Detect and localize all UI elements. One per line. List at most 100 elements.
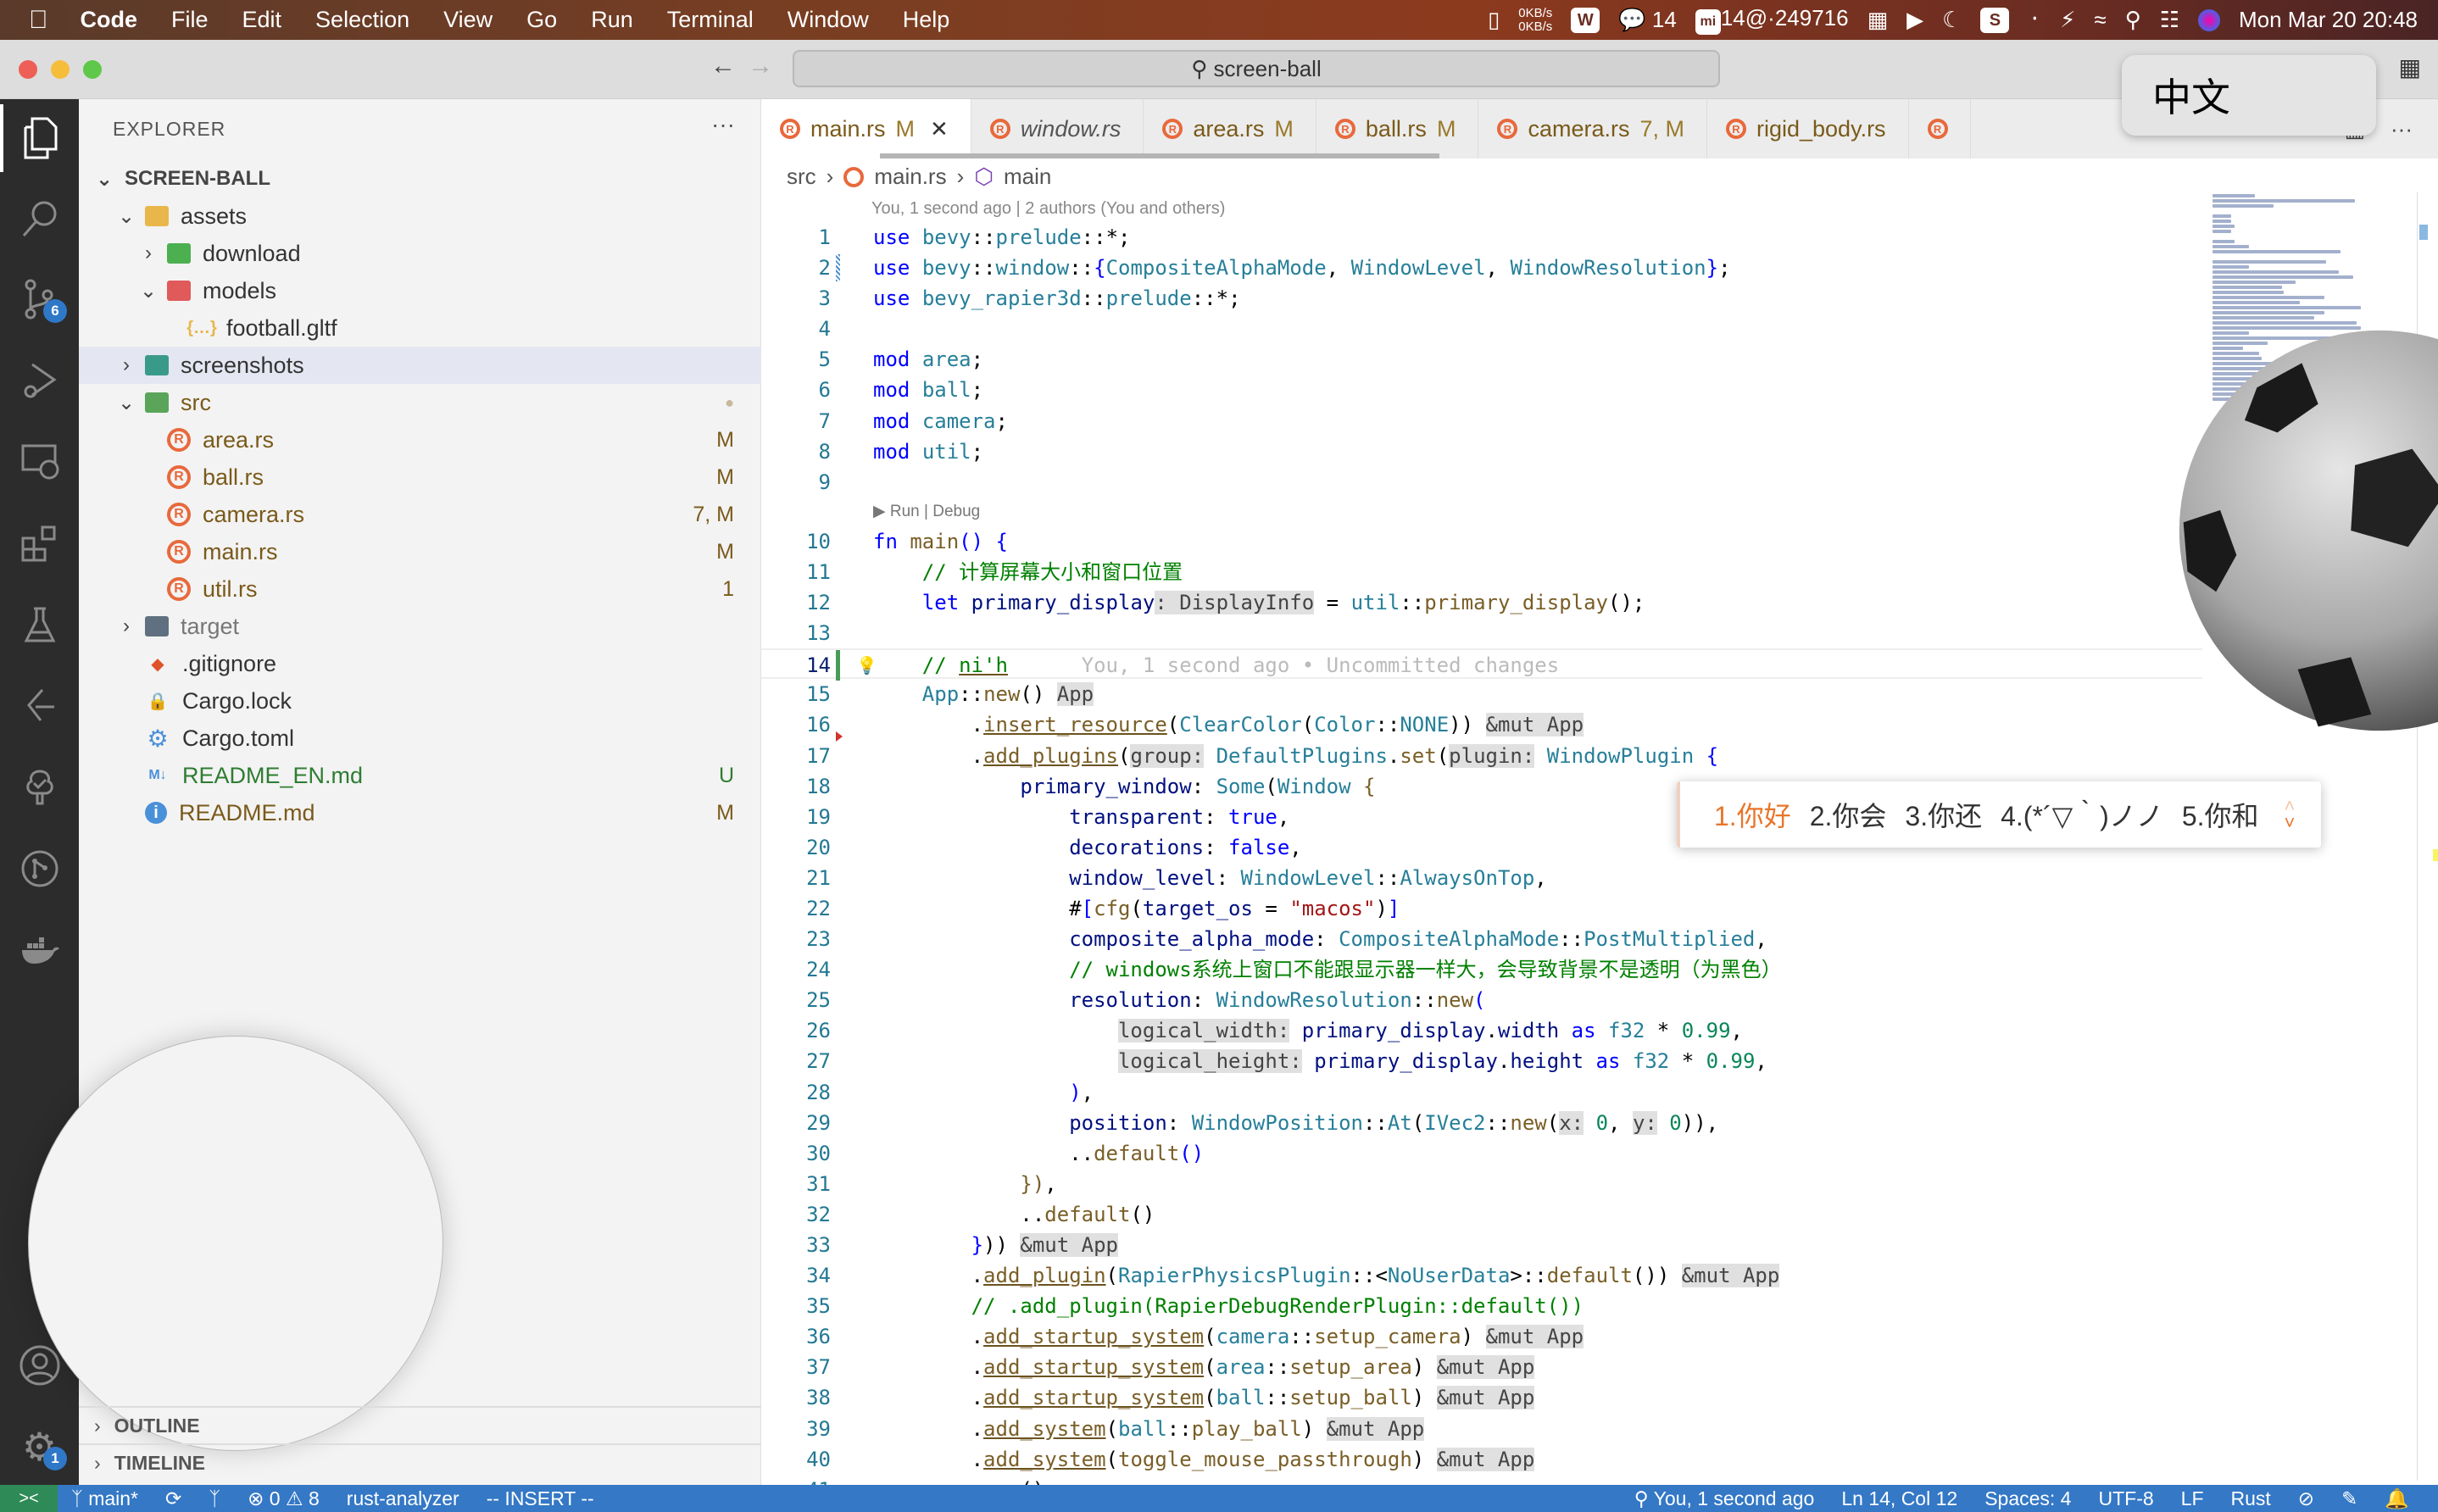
code-line[interactable]: 39 .add_system(ball::play_ball) &mut App [761,1414,2202,1444]
cat-status-icon[interactable]: ▯ [1488,7,1500,33]
remote-indicator[interactable]: >< [0,1485,58,1512]
code-line[interactable]: 21 window_level: WindowLevel::AlwaysOnTo… [761,863,2202,893]
menu-selection[interactable]: Selection [298,7,426,33]
layout-icon[interactable]: ▦ [2399,53,2421,81]
close-icon[interactable]: ✕ [930,116,949,142]
timeline-section[interactable]: › TIMELINE [79,1443,761,1481]
menu-file[interactable]: File [154,7,225,33]
tree-item[interactable]: Rarea.rs M [79,421,761,459]
activity-extensions[interactable] [0,509,79,577]
code-line[interactable]: 7 mod camera; [761,406,2202,436]
code-line[interactable]: 15 App::new() App [761,679,2202,709]
moon-icon[interactable]: ☾ [1942,7,1962,33]
more-actions-icon[interactable]: ··· [2391,116,2413,142]
tree-item[interactable]: Rcamera.rs 7, M [79,496,761,533]
code-line[interactable]: 14 // ni'h You, 1 second ago • Uncommitt… [761,648,2202,681]
ime-candidate[interactable]: 5.你和 [2182,795,2259,834]
ime-candidate[interactable]: 4.(*´▽｀)ノノ [2001,795,2163,834]
code-line[interactable]: 28 ), [761,1077,2202,1108]
code-line[interactable]: 32 ..default() [761,1199,2202,1230]
activity-git-tree[interactable] [0,753,79,821]
code-line[interactable]: 1 use bevy::prelude::*; [761,222,2202,253]
ime-page-arrows[interactable]: ˄ ˅ [2285,797,2296,832]
outline-section[interactable]: › OUTLINE [79,1406,761,1443]
sync-icon[interactable]: ⟳ [152,1487,195,1510]
activity-git-graph[interactable] [0,835,79,903]
code-line[interactable]: 26 logical_width: primary_display.width … [761,1015,2202,1046]
menu-app-name[interactable]: Code [64,7,155,33]
sogou-icon[interactable]: S [1980,7,2010,33]
zoom-window-button[interactable] [83,60,102,79]
code-line[interactable]: 17 .add_plugins(group: DefaultPlugins.se… [761,741,2202,771]
tree-item[interactable]: Rball.rs M [79,459,761,496]
menu-edit[interactable]: Edit [225,7,299,33]
tree-item[interactable]: Rmain.rs M [79,533,761,570]
code-line[interactable]: 37 .add_startup_system(area::setup_area)… [761,1352,2202,1382]
code-line[interactable]: 40 .add_system(toggle_mouse_passthrough)… [761,1444,2202,1475]
code-line[interactable]: 23 composite_alpha_mode: CompositeAlphaM… [761,924,2202,954]
siri-icon[interactable] [2197,8,2220,31]
menu-go[interactable]: Go [509,7,574,33]
arrow-right-icon[interactable]: → [748,52,773,81]
codelens-run-debug[interactable]: ▶ Run | Debug [761,498,2202,526]
wps-icon[interactable]: W [1571,7,1600,33]
chevron-up-icon[interactable]: ˄ [2285,797,2296,815]
code-line[interactable]: 30 ..default() [761,1138,2202,1169]
command-center-search[interactable]: ⚲ screen-ball [793,50,1720,87]
activity-remote-explorer[interactable] [0,428,79,496]
code-line[interactable]: 25 resolution: WindowResolution::new( [761,985,2202,1015]
tree-item[interactable]: › screenshots [79,347,761,384]
code-line[interactable]: 16 .insert_resource(ClearColor(Color::NO… [761,709,2202,742]
tree-item[interactable]: Rutil.rs 1 [79,570,761,608]
breadcrumb-folder[interactable]: src [787,164,816,190]
datetime[interactable]: Mon Mar 20 20:48 [2239,7,2418,33]
menu-window[interactable]: Window [771,7,886,33]
tree-item[interactable]: › download [79,235,761,272]
language-mode[interactable]: Rust [2218,1487,2285,1510]
editor-tab[interactable]: Rball.rs M [1316,99,1479,158]
tree-item[interactable]: M↓ README_EN.md U [79,757,761,794]
wechat-status[interactable]: 💬 14 [1618,7,1677,33]
code-line[interactable]: 11 // 计算屏幕大小和窗口位置 [761,557,2202,587]
wifi-icon[interactable]: ≈ [2094,7,2106,33]
project-root[interactable]: ⌄ SCREEN-BALL [79,160,761,197]
control-center-icon[interactable]: ☷ [2160,7,2179,33]
editor-tab[interactable]: Rrigid_body.rs [1707,99,1909,158]
branch-status[interactable]: ᛉ main* [58,1487,152,1510]
code-line[interactable]: 8 mod util; [761,436,2202,467]
tree-item[interactable]: ⚙ Cargo.toml [79,720,761,757]
tree-item[interactable]: 🔒 Cargo.lock [79,682,761,720]
activity-run-debug[interactable] [0,347,79,414]
menu-run[interactable]: Run [574,7,650,33]
language-server-status[interactable]: rust-analyzer [333,1487,473,1510]
code-line[interactable]: 31 }), [761,1169,2202,1199]
editor-tab[interactable]: Rmain.rs M ✕ [761,99,971,158]
code-line[interactable]: 34 .add_plugin(RapierPhysicsPlugin::<NoU… [761,1260,2202,1291]
activity-leetcode[interactable] [0,672,79,740]
code-line[interactable]: 10 fn main() { [761,526,2202,557]
breadcrumb-symbol[interactable]: main [1004,164,1051,190]
activity-manage[interactable]: ⚙ 1 [0,1413,79,1481]
chevron-down-icon[interactable]: ˅ [2285,814,2296,832]
code-line[interactable]: 12 let primary_display: DisplayInfo = ut… [761,587,2202,618]
code-line[interactable]: 36 .add_startup_system(camera::setup_cam… [761,1321,2202,1352]
activity-docker[interactable] [0,916,79,984]
code-line[interactable]: 33 })) &mut App [761,1230,2202,1260]
activity-explorer[interactable] [0,104,79,172]
activity-testing[interactable] [0,591,79,659]
menu-help[interactable]: Help [886,7,967,33]
tab-overflow[interactable]: R [1909,99,1971,158]
editor-tab[interactable]: Rwindow.rs [971,99,1144,158]
problems-status[interactable]: ⊗ 0 ⚠ 8 [234,1487,333,1510]
bluetooth-icon[interactable]: ᛫ [2028,7,2041,33]
battery-icon[interactable]: ⚡ [2060,7,2075,33]
editor-tab[interactable]: Rarea.rs M [1144,99,1316,158]
robot-icon[interactable]: ▦ [1867,7,1889,33]
ime-candidate[interactable]: 1.你好 [1714,795,1791,834]
arrow-left-icon[interactable]: ← [710,52,736,81]
code-line[interactable]: 9 [761,467,2202,498]
code-line[interactable]: 29 position: WindowPosition::At(IVec2::n… [761,1108,2202,1138]
code-line[interactable]: 2 use bevy::window::{CompositeAlphaMode, … [761,253,2202,283]
tree-item[interactable]: ⌄ src ● [79,384,761,421]
play-circle-icon[interactable]: ▶ [1906,7,1923,33]
